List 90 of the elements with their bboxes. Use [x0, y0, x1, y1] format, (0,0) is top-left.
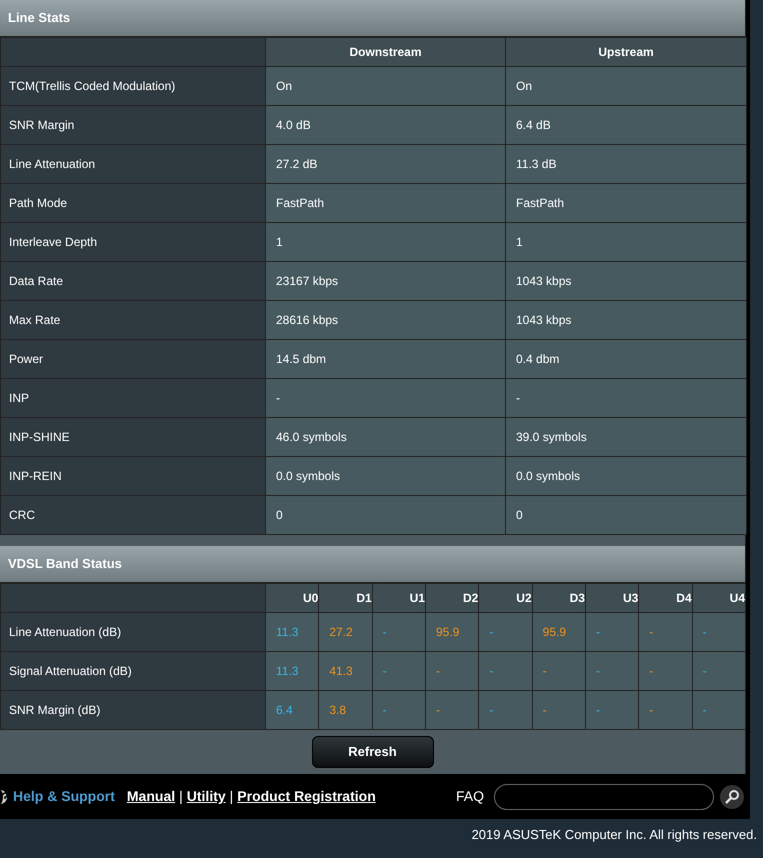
row-label: Line Attenuation [0, 144, 266, 184]
column-header: U2 [478, 584, 532, 612]
footer-link[interactable]: Manual [126, 786, 176, 807]
row-label: Signal Attenuation (dB) [0, 652, 266, 690]
row-label: INP-REIN [0, 456, 266, 496]
row-label: Power [0, 340, 266, 378]
row-label: SNR Margin (dB) [0, 690, 266, 730]
column-header: Downstream [266, 38, 506, 66]
table-cell: - [638, 612, 692, 652]
table-cell: 46.0 symbols [266, 418, 506, 456]
table-cell: 1 [266, 222, 506, 262]
table-cell: - [585, 690, 639, 730]
row-label: Line Attenuation (dB) [0, 612, 266, 652]
table-cell: 14.5 dbm [266, 340, 506, 378]
table-cell: - [638, 652, 692, 690]
table-cell: 11.3 dB [506, 144, 746, 184]
column-header: U4 [692, 584, 746, 612]
table-cell: On [506, 66, 746, 106]
refresh-button[interactable]: Refresh [312, 736, 434, 768]
footer-link[interactable]: Utility [186, 786, 226, 807]
table-cell: 4.0 dB [266, 106, 506, 144]
table-cell: 6.4 [266, 690, 319, 730]
table-cell: - [478, 652, 532, 690]
table-cell: - [638, 690, 692, 730]
table-cell: 0 [266, 496, 506, 534]
table-cell: 11.3 [266, 652, 319, 690]
table-cell: - [532, 690, 586, 730]
table-cell: 0 [506, 496, 746, 534]
table-cell: 0.0 symbols [266, 456, 506, 496]
table-cell: 3.8 [318, 690, 372, 730]
help-link[interactable]: Help & Support [13, 786, 115, 807]
footer-link[interactable]: Product Registration [237, 786, 376, 807]
table-cell: 1043 kbps [506, 262, 746, 300]
column-header: U3 [585, 584, 639, 612]
faq-label: FAQ [456, 787, 484, 806]
table-cell: 27.2 [318, 612, 372, 652]
table-cell: - [425, 652, 479, 690]
row-label: Max Rate [0, 300, 266, 340]
column-header: D1 [318, 584, 372, 612]
copyright-text: 2019 ASUSTeK Computer Inc. All rights reserved. [472, 826, 757, 844]
table-cell: 41.3 [318, 652, 372, 690]
row-label: Interleave Depth [0, 222, 266, 262]
table-cell: 95.9 [532, 612, 586, 652]
table-cell: - [585, 652, 639, 690]
table-cell: 23167 kbps [266, 262, 506, 300]
table-cell: 11.3 [266, 612, 319, 652]
table-cell: - [692, 652, 746, 690]
search-icon[interactable] [720, 784, 744, 808]
table-cell: 27.2 dB [266, 144, 506, 184]
table-cell: - [372, 652, 426, 690]
separator: | [179, 787, 183, 806]
table-cell: On [266, 66, 506, 106]
row-label: CRC [0, 496, 266, 534]
separator: | [230, 787, 234, 806]
row-label: INP [0, 378, 266, 418]
column-header: U1 [372, 584, 426, 612]
table-cell: - [585, 612, 639, 652]
table-cell: FastPath [266, 184, 506, 222]
table-cell: 95.9 [425, 612, 479, 652]
column-header: D2 [425, 584, 479, 612]
table-cell: 28616 kbps [266, 300, 506, 340]
table-cell: 1043 kbps [506, 300, 746, 340]
table-cell: - [266, 378, 506, 418]
table-cell: - [478, 612, 532, 652]
section-title: Line Stats [0, 0, 745, 37]
column-header: D4 [638, 584, 692, 612]
table-cell: - [692, 612, 746, 652]
table-cell: 0.0 symbols [506, 456, 746, 496]
table-cell: - [506, 378, 746, 418]
column-header: U0 [266, 584, 319, 612]
row-label: INP-SHINE [0, 418, 266, 456]
column-header: D3 [532, 584, 586, 612]
table-cell: - [425, 690, 479, 730]
table-cell: 6.4 dB [506, 106, 746, 144]
table-cell: FastPath [506, 184, 746, 222]
row-label: TCM(Trellis Coded Modulation) [0, 66, 266, 106]
table-cell: - [532, 652, 586, 690]
table-cell: - [372, 612, 426, 652]
table-cell: 1 [506, 222, 746, 262]
table-cell: 0.4 dbm [506, 340, 746, 378]
row-label: SNR Margin [0, 106, 266, 144]
section-title: VDSL Band Status [0, 546, 745, 583]
table-cell: - [478, 690, 532, 730]
row-label: Path Mode [0, 184, 266, 222]
table-cell: - [692, 690, 746, 730]
column-header: Upstream [506, 38, 746, 66]
table-cell: 39.0 symbols [506, 418, 746, 456]
table-cell: - [372, 690, 426, 730]
faq-search-field[interactable] [494, 784, 714, 810]
row-label: Data Rate [0, 262, 266, 300]
